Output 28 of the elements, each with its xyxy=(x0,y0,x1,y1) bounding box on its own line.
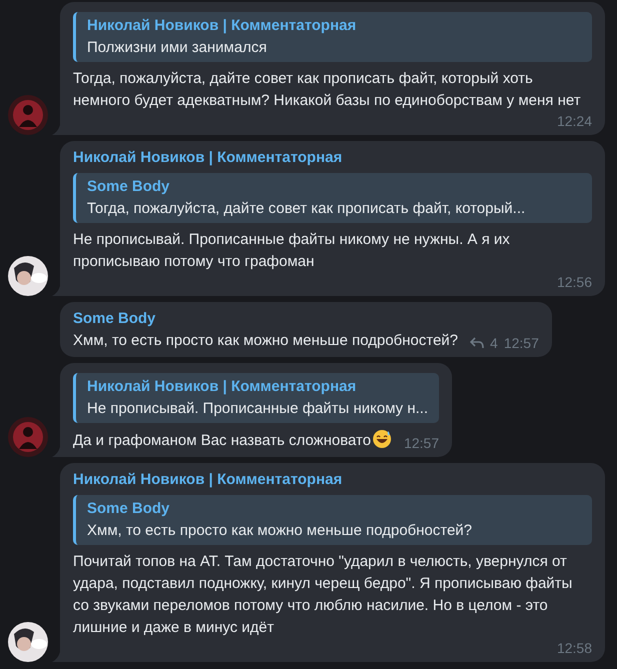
message-time: 12:58 xyxy=(556,639,592,657)
message-text: Не прописывай. Прописанные файты никому не нужны. А я их прописываю потому что графоман xyxy=(73,230,511,272)
quote-text: Полжизни ими занимался xyxy=(87,38,268,58)
message-text: Почитай топов на АТ. Там достаточно "ударил в челюсть, увернулся от удара, подставил подножку, кинул черещ бедро". Я прописываю файты со звуками переломов потому что люблю насилие. Но в целом - это лишние и даже в минус идёт xyxy=(73,552,574,638)
quote-author: Some Body xyxy=(87,499,171,519)
reply-quote[interactable]: Николай Новиков | Комментаторная Не прописывай. Прописанные файты никому н... xyxy=(73,373,439,423)
quote-author: Николай Новиков | Комментаторная xyxy=(87,16,358,36)
message-time: 12:57 xyxy=(404,434,439,452)
message-time: 12:24 xyxy=(556,112,592,130)
quote-text: Тогда, пожалуйста, дайте совет как прописать файт, который... xyxy=(87,199,526,219)
reply-quote[interactable]: Some Body Хмм, то есть просто как можно меньше подробностей? xyxy=(73,495,592,545)
message-time: 12:57 xyxy=(504,334,539,352)
message-time: 12:56 xyxy=(556,273,592,291)
message-text: Да и графоманом Вас назвать сложновато xyxy=(73,429,392,452)
reply-icon[interactable] xyxy=(470,337,484,349)
reply-quote[interactable]: Николай Новиков | Комментаторная Полжизни ими занимался xyxy=(73,12,592,62)
sender-name[interactable]: Some Body xyxy=(73,308,539,330)
sender-name[interactable]: Николай Новиков | Комментаторная xyxy=(73,469,592,491)
message-text: Хмм, то есть просто как можно меньше подробностей? xyxy=(73,331,458,351)
quote-author: Николай Новиков | Комментаторная xyxy=(87,377,358,397)
reply-quote[interactable]: Some Body Тогда, пожалуйста, дайте совет как прописать файт, который... xyxy=(73,173,592,223)
avatar[interactable] xyxy=(8,256,48,296)
sender-name[interactable]: Николай Новиков | Комментаторная xyxy=(73,147,592,169)
quote-author: Some Body xyxy=(87,177,171,197)
quote-text: Не прописывай. Прописанные файты никому н... xyxy=(87,399,429,419)
message-text: Тогда, пожалуйста, дайте совет как прописать файт, который хоть немного будет адекватным? Никакой базы по единоборствам у меня нет xyxy=(73,69,582,111)
avatar[interactable] xyxy=(8,622,48,662)
quote-text: Хмм, то есть просто как можно меньше подробностей? xyxy=(87,521,474,541)
